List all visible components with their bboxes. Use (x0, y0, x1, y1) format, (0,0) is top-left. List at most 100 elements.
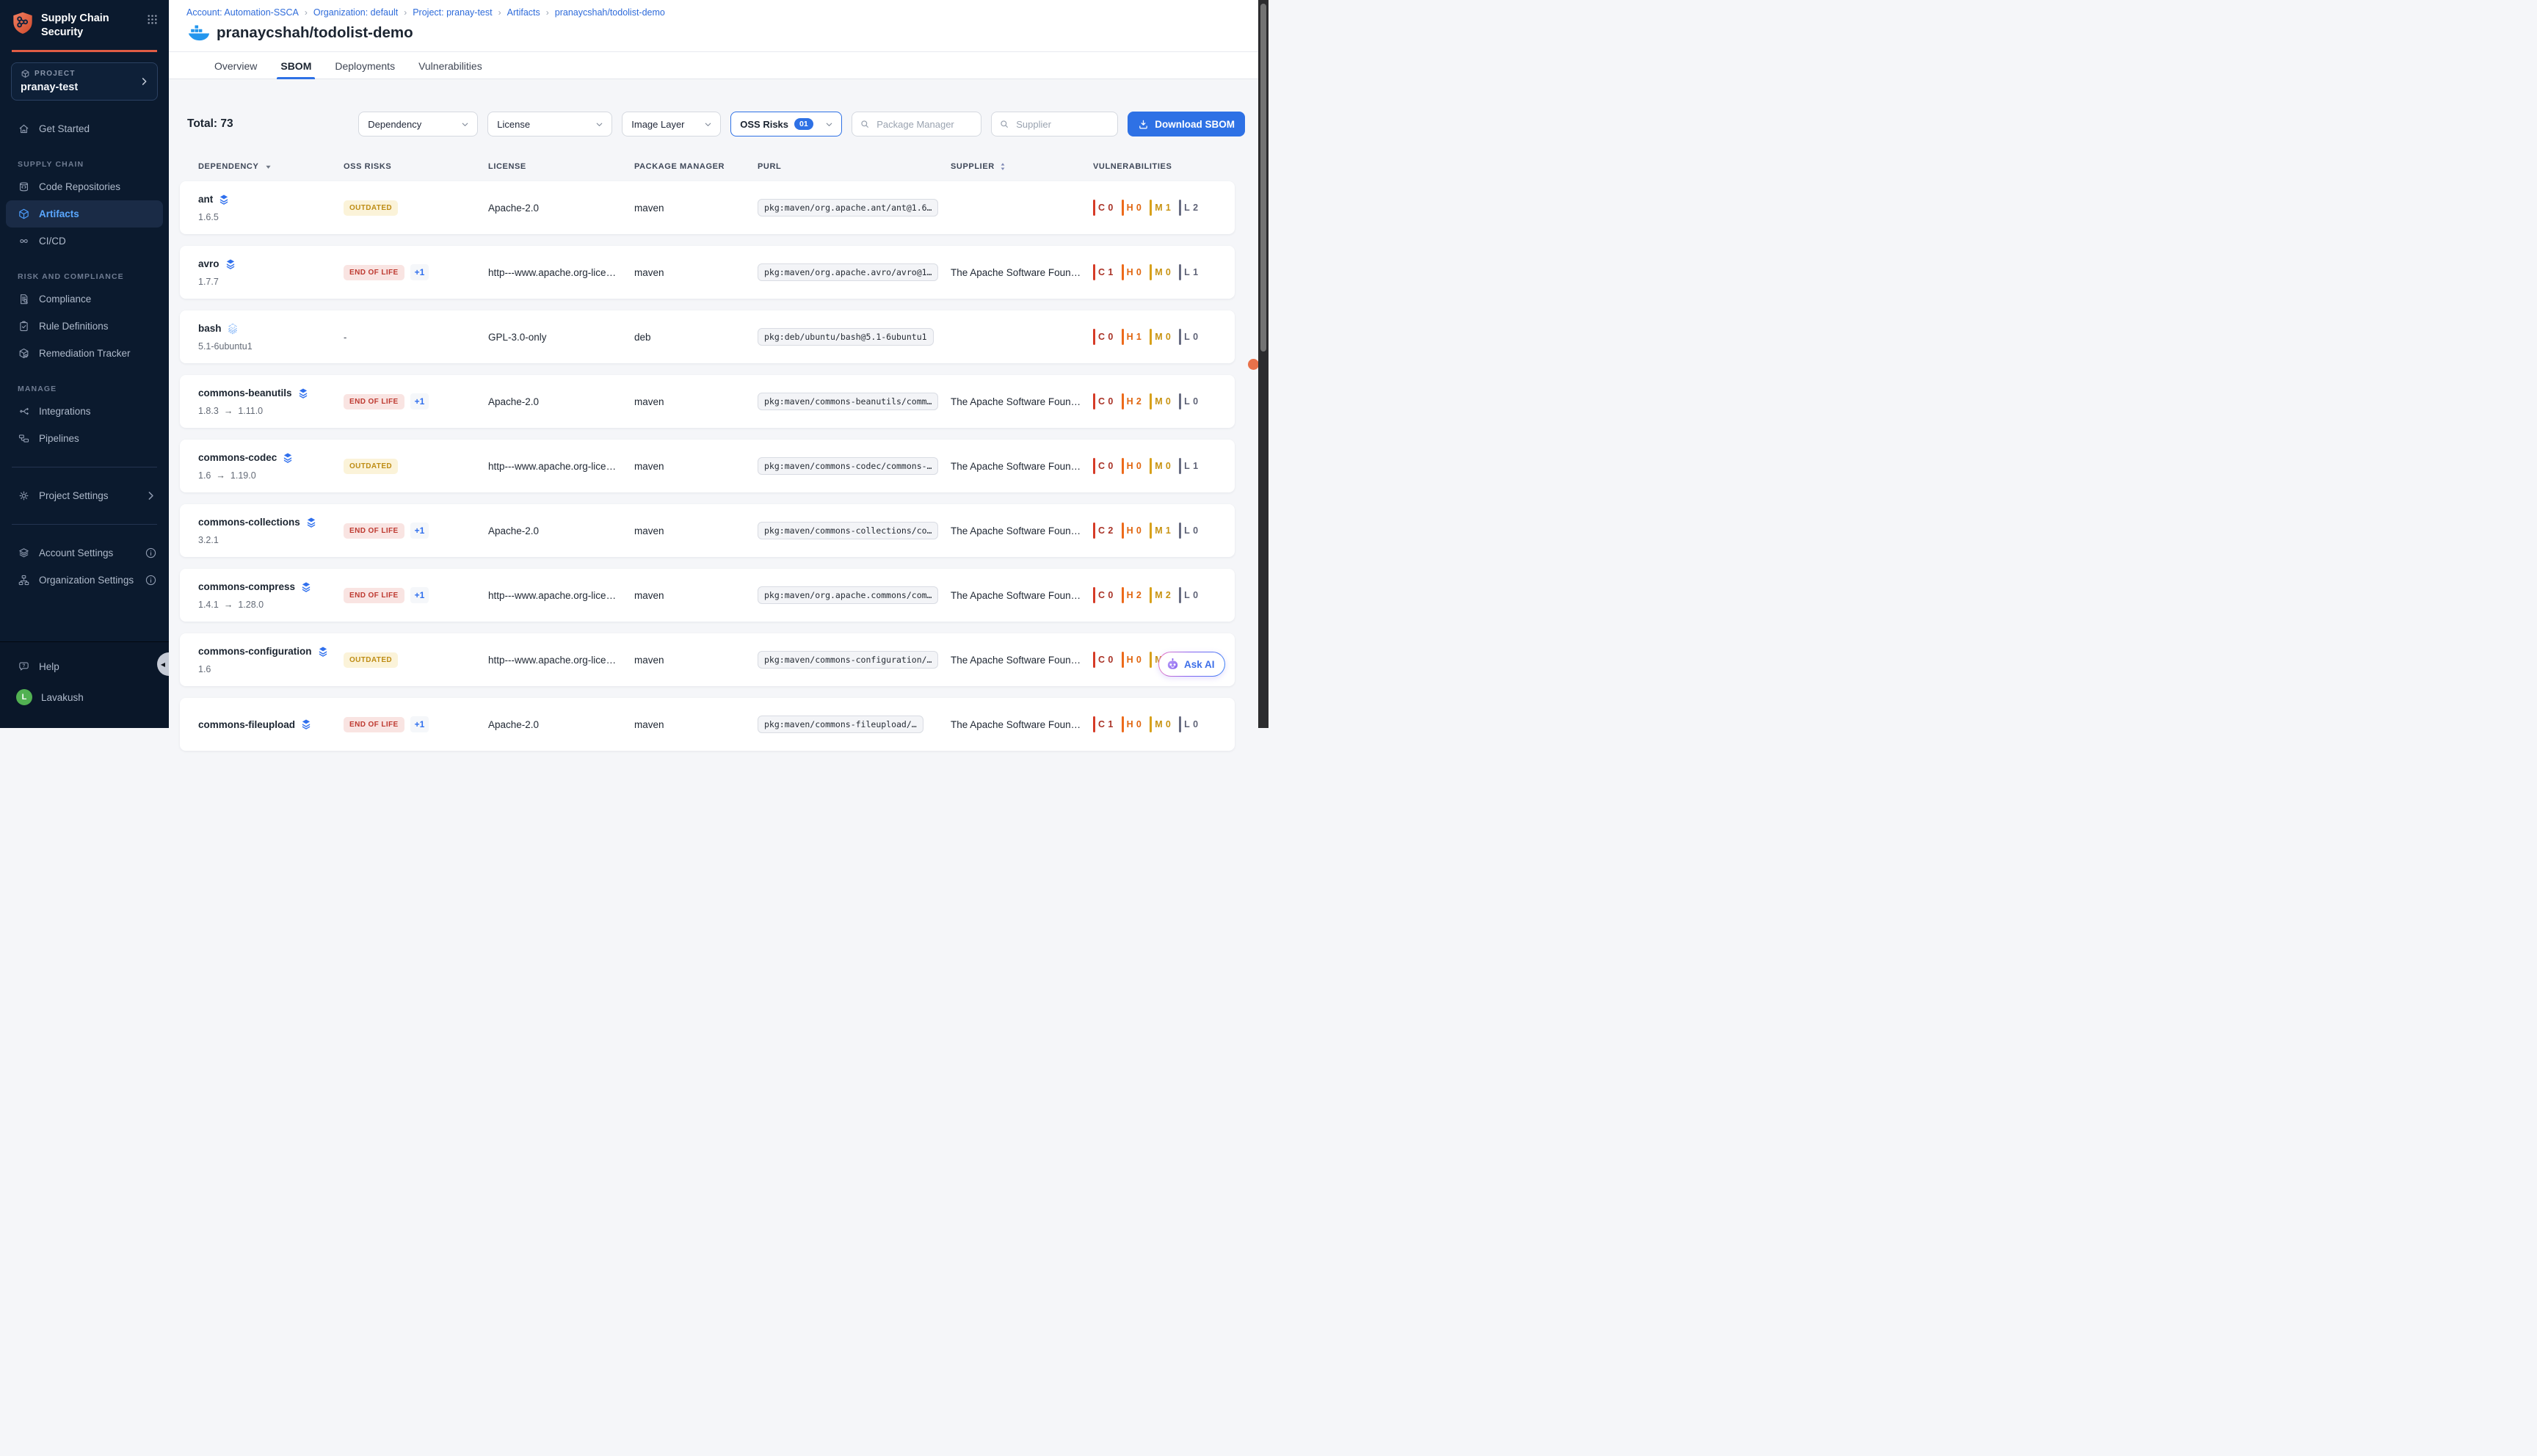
filter-dropdown-image-layer[interactable]: Image Layer (622, 112, 721, 136)
purl-chip[interactable]: pkg:maven/org.apache.ant/ant@1.6… (758, 199, 938, 216)
version-latest: 1.11.0 (238, 406, 263, 416)
table-row[interactable]: avro1.7.7END OF LIFE+1http---www.apache.… (180, 246, 1235, 299)
severity-bar-icon (1093, 264, 1095, 280)
breadcrumb-link[interactable]: Organization: default (313, 7, 398, 18)
purl-chip[interactable]: pkg:maven/commons-fileupload/… (758, 716, 923, 733)
license-cell: Apache-2.0 (488, 375, 634, 428)
column-header-package-manager[interactable]: PACKAGE MANAGER (634, 161, 758, 172)
purl-cell: pkg:maven/org.apache.avro/avro@1… (758, 246, 951, 299)
supplier-cell: The Apache Software Foun… (951, 504, 1093, 557)
breadcrumb-link[interactable]: pranaycshah/todolist-demo (555, 7, 665, 18)
severity-count: 0 (1108, 461, 1113, 471)
sidebar-item-ci-cd[interactable]: CI/CD (0, 228, 169, 255)
sidebar-item-rule-definitions[interactable]: Rule Definitions (0, 313, 169, 340)
oss-risk-more-badge[interactable]: +1 (410, 393, 429, 410)
scrollbar[interactable] (1258, 0, 1268, 728)
column-header-supplier[interactable]: SUPPLIER (951, 161, 1093, 172)
purl-cell: pkg:maven/commons-configuration/… (758, 633, 951, 686)
table-row[interactable]: commons-fileuploadEND OF LIFE+1Apache-2.… (180, 698, 1235, 751)
breadcrumb-link[interactable]: Artifacts (507, 7, 540, 18)
oss-risk-more-badge[interactable]: +1 (410, 587, 429, 603)
vuln-medium: M0 (1150, 716, 1171, 732)
filter-toolbar: Total: 73 DependencyLicenseImage LayerOS… (180, 112, 1245, 136)
table-row[interactable]: ant1.6.5OUTDATEDApache-2.0mavenpkg:maven… (180, 181, 1235, 234)
purl-chip[interactable]: pkg:maven/org.apache.commons/com… (758, 586, 938, 604)
sidebar-item-project-settings[interactable]: Project Settings (0, 482, 169, 509)
package-manager-cell: deb (634, 310, 758, 363)
sidebar-item-account-settings[interactable]: Account Settings (0, 539, 169, 567)
filter-dropdown-license[interactable]: License (487, 112, 612, 136)
notification-dot[interactable] (1248, 359, 1259, 370)
purl-chip[interactable]: pkg:maven/commons-codec/commons-… (758, 457, 938, 475)
severity-count: 2 (1166, 590, 1171, 600)
purl-chip[interactable]: pkg:maven/commons-collections/co… (758, 522, 938, 539)
table-row[interactable]: commons-configuration1.6OUTDATEDhttp---w… (180, 633, 1235, 686)
sidebar-item-remediation-tracker[interactable]: Remediation Tracker (0, 340, 169, 367)
filter-dropdown-dependency[interactable]: Dependency (358, 112, 478, 136)
table-row[interactable]: commons-beanutils1.8.3→1.11.0END OF LIFE… (180, 375, 1235, 428)
supplier-input[interactable] (1015, 118, 1110, 131)
severity-count: 0 (1193, 525, 1198, 536)
tab-deployments[interactable]: Deployments (333, 52, 396, 79)
column-header-purl[interactable]: PURL (758, 161, 951, 172)
purl-chip[interactable]: pkg:maven/org.apache.avro/avro@1… (758, 263, 938, 281)
sidebar-item-artifacts[interactable]: Artifacts (6, 200, 163, 228)
purl-chip[interactable]: pkg:deb/ubuntu/bash@5.1-6ubuntu1 (758, 328, 934, 346)
severity-count: 1 (1166, 525, 1171, 536)
tab-sbom[interactable]: SBOM (279, 52, 313, 79)
sidebar-item-pipelines[interactable]: Pipelines (0, 425, 169, 452)
package-manager-input[interactable] (875, 118, 973, 131)
table-row[interactable]: bash5.1-6ubuntu1-GPL-3.0-onlydebpkg:deb/… (180, 310, 1235, 363)
column-header-label: VULNERABILITIES (1093, 162, 1172, 171)
purl-chip[interactable]: pkg:maven/commons-beanutils/comm… (758, 393, 938, 410)
project-selector[interactable]: PROJECT pranay-test (11, 62, 158, 101)
oss-risk-more-badge[interactable]: +1 (410, 716, 429, 732)
module-grid-icon[interactable] (146, 13, 159, 26)
sidebar-item-code-repositories[interactable]: Code Repositories (0, 173, 169, 200)
severity-count: 2 (1136, 590, 1142, 600)
column-header-oss-risks[interactable]: OSS RISKS (344, 161, 488, 172)
tab-overview[interactable]: Overview (213, 52, 258, 79)
breadcrumb-link[interactable]: Project: pranay-test (413, 7, 492, 18)
table-row[interactable]: commons-collections3.2.1END OF LIFE+1Apa… (180, 504, 1235, 557)
sidebar-item-compliance[interactable]: Compliance (0, 285, 169, 313)
package-manager-value: maven (634, 525, 664, 536)
column-header-dependency[interactable]: DEPENDENCY (198, 161, 344, 172)
sidebar-item-label: Rule Definitions (39, 321, 109, 332)
sidebar-item-organization-settings[interactable]: Organization Settings (0, 567, 169, 594)
severity-bar-icon (1093, 200, 1095, 216)
supplier-cell: The Apache Software Foun… (951, 375, 1093, 428)
vuln-medium: M0 (1150, 458, 1171, 474)
severity-letter: L (1184, 267, 1190, 277)
oss-risk-more-badge[interactable]: +1 (410, 523, 429, 539)
ask-ai-button[interactable]: Ask AI (1158, 652, 1225, 677)
download-sbom-button[interactable]: Download SBOM (1128, 112, 1245, 136)
chevron-down-icon (460, 120, 470, 129)
org-icon (18, 574, 30, 586)
logo-row: Supply Chain Security (0, 0, 169, 38)
vuln-critical: C0 (1093, 200, 1114, 216)
vulnerabilities-cell: C1H0M0L0 (1093, 698, 1235, 751)
dependency-version: 1.6.5 (198, 212, 219, 222)
table-row[interactable]: commons-codec1.6→1.19.0OUTDATEDhttp---ww… (180, 440, 1235, 492)
supplier-value: The Apache Software Foun… (951, 525, 1081, 536)
scrollbar-thumb[interactable] (1260, 4, 1266, 352)
user-menu[interactable]: L Lavakush (0, 682, 169, 713)
column-header-vulnerabilities[interactable]: VULNERABILITIES (1093, 161, 1235, 172)
severity-bar-icon (1093, 716, 1095, 732)
help-button[interactable]: ? Help (0, 651, 169, 682)
sidebar-item-integrations[interactable]: Integrations (0, 398, 169, 425)
oss-risk-more-badge[interactable]: +1 (410, 264, 429, 280)
tab-vulnerabilities[interactable]: Vulnerabilities (417, 52, 484, 79)
supplier-cell (951, 181, 1093, 234)
table-row[interactable]: commons-compress1.4.1→1.28.0END OF LIFE+… (180, 569, 1235, 622)
column-header-license[interactable]: LICENSE (488, 161, 634, 172)
purl-cell: pkg:deb/ubuntu/bash@5.1-6ubuntu1 (758, 310, 951, 363)
breadcrumb-link[interactable]: Account: Automation-SSCA (186, 7, 299, 18)
severity-letter: H (1127, 203, 1133, 213)
sidebar-item-get-started[interactable]: Get Started (0, 115, 169, 142)
filter-dropdown-oss-risks[interactable]: OSS Risks01 (730, 112, 842, 136)
purl-chip[interactable]: pkg:maven/commons-configuration/… (758, 651, 938, 669)
purl-cell: pkg:maven/commons-beanutils/comm… (758, 375, 951, 428)
package-manager-cell: maven (634, 569, 758, 622)
